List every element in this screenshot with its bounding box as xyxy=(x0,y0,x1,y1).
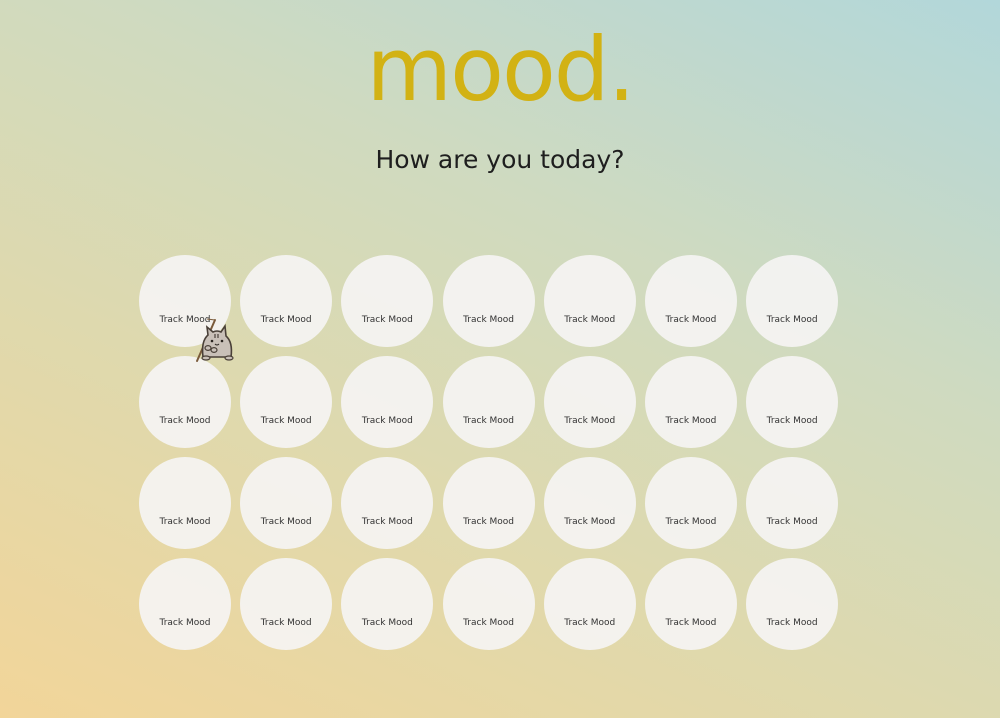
track-mood-button[interactable]: Track Mood xyxy=(543,457,636,549)
track-mood-label: Track Mood xyxy=(564,416,616,426)
track-mood-button[interactable]: Track Mood xyxy=(543,558,636,650)
track-mood-button[interactable]: Track Mood xyxy=(644,255,737,347)
track-mood-button[interactable]: Track Mood xyxy=(746,255,839,347)
track-mood-label: Track Mood xyxy=(665,517,717,527)
track-mood-label: Track Mood xyxy=(766,416,818,426)
track-mood-button[interactable]: Track Mood xyxy=(746,356,839,448)
track-mood-button[interactable]: Track Mood xyxy=(442,356,535,448)
track-mood-button[interactable]: Track Mood xyxy=(240,356,333,448)
track-mood-label: Track Mood xyxy=(665,315,717,325)
track-mood-label: Track Mood xyxy=(564,618,616,628)
track-mood-label: Track Mood xyxy=(260,618,312,628)
mood-grid: Track Mood Track Mood Track Mood Track Mood… xyxy=(139,255,839,650)
track-mood-button[interactable]: Track Mood xyxy=(240,558,333,650)
track-mood-button[interactable]: Track Mood xyxy=(139,558,231,650)
track-mood-button[interactable]: Track Mood xyxy=(746,558,839,650)
app-logo: mood. xyxy=(366,18,635,121)
track-mood-label: Track Mood xyxy=(361,416,413,426)
track-mood-label: Track Mood xyxy=(260,517,312,527)
track-mood-button[interactable]: Track Mood xyxy=(341,356,434,448)
track-mood-label: Track Mood xyxy=(766,315,818,325)
track-mood-button[interactable]: Track Mood xyxy=(442,457,535,549)
track-mood-button[interactable]: Track Mood xyxy=(442,558,535,650)
page-subtitle: How are you today? xyxy=(375,145,625,174)
track-mood-label: Track Mood xyxy=(564,315,616,325)
track-mood-button[interactable]: Track Mood xyxy=(644,356,737,448)
track-mood-button[interactable]: Track Mood xyxy=(240,255,333,347)
track-mood-label: Track Mood xyxy=(564,517,616,527)
track-mood-button[interactable]: Track Mood xyxy=(543,356,636,448)
track-mood-button[interactable]: Track Mood xyxy=(341,457,434,549)
track-mood-button[interactable]: Track Mood xyxy=(644,457,737,549)
track-mood-label: Track Mood xyxy=(665,416,717,426)
track-mood-button[interactable]: Track Mood xyxy=(240,457,333,549)
track-mood-label: Track Mood xyxy=(159,416,211,426)
track-mood-label: Track Mood xyxy=(463,315,515,325)
track-mood-label: Track Mood xyxy=(665,618,717,628)
track-mood-button[interactable]: Track Mood xyxy=(543,255,636,347)
track-mood-label: Track Mood xyxy=(159,618,211,628)
track-mood-label: Track Mood xyxy=(766,618,818,628)
track-mood-label: Track Mood xyxy=(260,315,312,325)
track-mood-button[interactable]: Track Mood xyxy=(139,457,231,549)
track-mood-label: Track Mood xyxy=(463,416,515,426)
cat-fishing-icon xyxy=(196,318,234,362)
track-mood-button[interactable]: Track Mood xyxy=(341,558,434,650)
track-mood-label: Track Mood xyxy=(463,618,515,628)
track-mood-button[interactable]: Track Mood xyxy=(644,558,737,650)
track-mood-label: Track Mood xyxy=(260,416,312,426)
track-mood-button[interactable]: Track Mood xyxy=(746,457,839,549)
track-mood-button[interactable]: Track Mood xyxy=(442,255,535,347)
track-mood-label: Track Mood xyxy=(361,315,413,325)
track-mood-label: Track Mood xyxy=(766,517,818,527)
track-mood-button[interactable]: Track Mood xyxy=(139,356,231,448)
track-mood-button[interactable]: Track Mood xyxy=(341,255,434,347)
track-mood-label: Track Mood xyxy=(463,517,515,527)
track-mood-label: Track Mood xyxy=(361,517,413,527)
track-mood-label: Track Mood xyxy=(361,618,413,628)
track-mood-label: Track Mood xyxy=(159,517,211,527)
